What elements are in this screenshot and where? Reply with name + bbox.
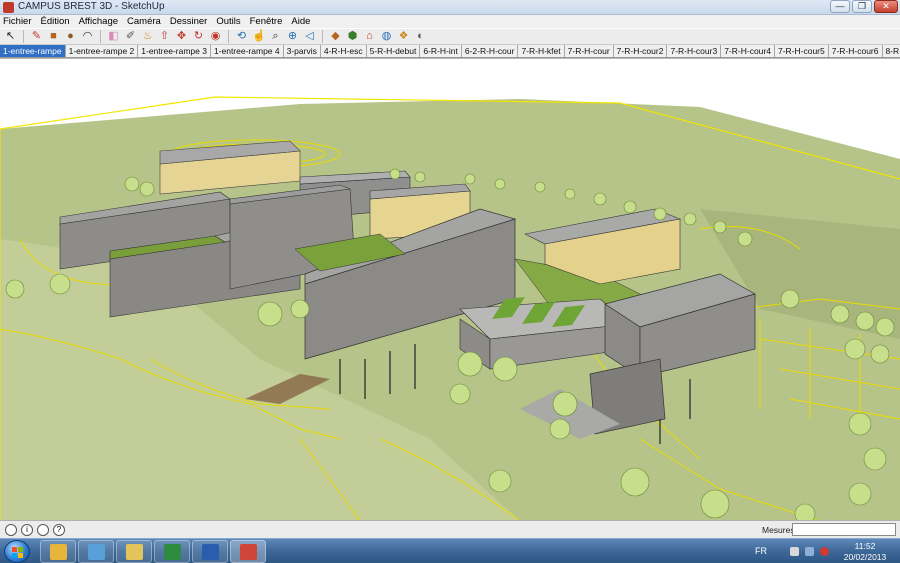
scene-tab[interactable]: 5-R-H-debut: [366, 45, 421, 57]
menu-edition[interactable]: Édition: [41, 16, 70, 27]
shadows-icon[interactable]: ◐: [414, 30, 427, 43]
taskbar-projects-icon: [88, 544, 105, 560]
scene-tab[interactable]: 6-R-H-int: [420, 45, 462, 57]
scene-tab[interactable]: 3-parvis: [283, 45, 321, 57]
scene-tab[interactable]: 4-R-H-esc: [320, 45, 367, 57]
menu-affichage[interactable]: Affichage: [79, 16, 118, 27]
minimize-button[interactable]: —: [830, 0, 850, 13]
model-viewport[interactable]: [0, 58, 900, 520]
push-pull-icon[interactable]: ⇧: [158, 30, 171, 43]
tape-measure-icon[interactable]: ✐: [124, 30, 137, 43]
scene-tab[interactable]: 7-R-H-kfet: [518, 45, 565, 57]
taskbar-sketchup-icon: [240, 544, 257, 560]
volume-muted-icon[interactable]: [820, 547, 829, 556]
window-controls: — ❐ ✕: [830, 0, 898, 14]
warehouse-icon[interactable]: ⌂: [363, 30, 376, 43]
taskbar-ie-icon: [50, 544, 67, 560]
menu-outils[interactable]: Outils: [216, 16, 240, 27]
follow-me-icon[interactable]: ◉: [209, 30, 222, 43]
google-earth-icon[interactable]: ◍: [380, 30, 393, 43]
taskbar-ie-button[interactable]: [40, 540, 76, 563]
taskbar-word-icon: [202, 544, 219, 560]
menu-fichier[interactable]: Fichier: [3, 16, 32, 27]
menu-aide[interactable]: Aide: [291, 16, 310, 27]
move-icon[interactable]: ✥: [175, 30, 188, 43]
toolbar-separator: [23, 30, 24, 43]
window-title: CAMPUS BREST 3D - SketchUp: [18, 1, 165, 12]
scene-tab[interactable]: 7-R-H-cour3: [667, 45, 722, 57]
eraser-icon[interactable]: ◧: [107, 30, 120, 43]
user-icon[interactable]: [37, 524, 49, 536]
scene-tab[interactable]: 8-R-H-pole-mult: [882, 45, 900, 57]
menu-camera[interactable]: Caméra: [127, 16, 161, 27]
scene-tab[interactable]: 1-entree-rampe 3: [138, 45, 211, 57]
scene-tab[interactable]: 7-R-H-cour4: [721, 45, 775, 57]
taskbar-explorer-icon: [126, 544, 143, 560]
previous-view-icon[interactable]: ◁: [303, 30, 316, 43]
section-icon[interactable]: ◆: [329, 30, 342, 43]
components-icon[interactable]: ⬢: [346, 30, 359, 43]
sketchup-app-icon: [3, 2, 14, 13]
scene-tab[interactable]: 1-entree-rampe: [0, 45, 66, 57]
scene-tab[interactable]: 7-R-H-cour6: [828, 45, 883, 57]
scene-tab[interactable]: 7-R-H-cour5: [774, 45, 829, 57]
windows-logo-icon: [12, 547, 23, 558]
taskbar-word-button[interactable]: [192, 540, 228, 563]
scene-tab[interactable]: 7-R-H-cour: [564, 45, 614, 57]
clock-time: 11:52: [854, 541, 876, 551]
tool-bar: ↖ ✎ ■ ● ◠ ◧ ✐ ♨ ⇧ ✥ ↻ ◉ ⟲ ☝ ⌕ ⊕ ◁ ◆ ⬢ ⌂ ◍ ❖ ◐: [0, 28, 900, 45]
network-icon[interactable]: [805, 547, 814, 556]
toolbar-separator: [322, 30, 323, 43]
scene-tab[interactable]: 1-entree-rampe 2: [65, 45, 139, 57]
zoom-extents-icon[interactable]: ⊕: [286, 30, 299, 43]
info-icon[interactable]: i: [21, 524, 33, 536]
rotate-icon[interactable]: ↻: [192, 30, 205, 43]
taskbar-explorer-button[interactable]: [116, 540, 152, 563]
toolbar-separator: [100, 30, 101, 43]
system-clock[interactable]: 11:52 20/02/2013: [840, 541, 890, 563]
scene-tab[interactable]: 7-R-H-cour2: [613, 45, 668, 57]
measure-label: Mesures: [762, 525, 795, 535]
start-button[interactable]: [4, 540, 30, 563]
windows-taskbar: FR 11:52 20/02/2013: [0, 538, 900, 563]
pencil-icon[interactable]: ✎: [30, 30, 43, 43]
maximize-button[interactable]: ❐: [852, 0, 872, 13]
arc-icon[interactable]: ◠: [81, 30, 94, 43]
paint-bucket-icon[interactable]: ♨: [141, 30, 154, 43]
measure-input[interactable]: [792, 523, 896, 536]
select-icon[interactable]: ↖: [4, 30, 17, 43]
taskbar-excel-icon: [164, 544, 181, 560]
close-button[interactable]: ✕: [874, 0, 898, 13]
styles-icon[interactable]: ❖: [397, 30, 410, 43]
menu-bar: Fichier Édition Affichage Caméra Dessine…: [0, 15, 900, 28]
status-bar: i ? Mesures: [0, 520, 900, 538]
circle-icon[interactable]: ●: [64, 30, 77, 43]
language-indicator[interactable]: FR: [755, 546, 767, 556]
taskbar-projects-button[interactable]: [78, 540, 114, 563]
geolocation-icon[interactable]: [5, 524, 17, 536]
toolbar-separator: [228, 30, 229, 43]
campus-3d-model: [0, 96, 900, 520]
taskbar-excel-button[interactable]: [154, 540, 190, 563]
zoom-icon[interactable]: ⌕: [269, 30, 282, 43]
scene-tab[interactable]: 1-entree-rampe 4: [210, 45, 284, 57]
title-bar: CAMPUS BREST 3D - SketchUp — ❐ ✕: [0, 0, 900, 15]
scene-tabs: 1-entree-rampe 1-entree-rampe 2 1-entree-r…: [0, 45, 900, 58]
help-icon[interactable]: ?: [53, 524, 65, 536]
menu-fenetre[interactable]: Fenêtre: [250, 16, 283, 27]
clock-date: 20/02/2013: [843, 552, 887, 562]
taskbar-sketchup-button[interactable]: [230, 540, 266, 563]
rectangle-icon[interactable]: ■: [47, 30, 60, 43]
orbit-icon[interactable]: ⟲: [235, 30, 248, 43]
scene-tab[interactable]: 6-2-R-H-cour: [461, 45, 519, 57]
menu-dessiner[interactable]: Dessiner: [170, 16, 208, 27]
tray-flag-icon[interactable]: [790, 547, 799, 556]
pan-icon[interactable]: ☝: [252, 30, 266, 43]
